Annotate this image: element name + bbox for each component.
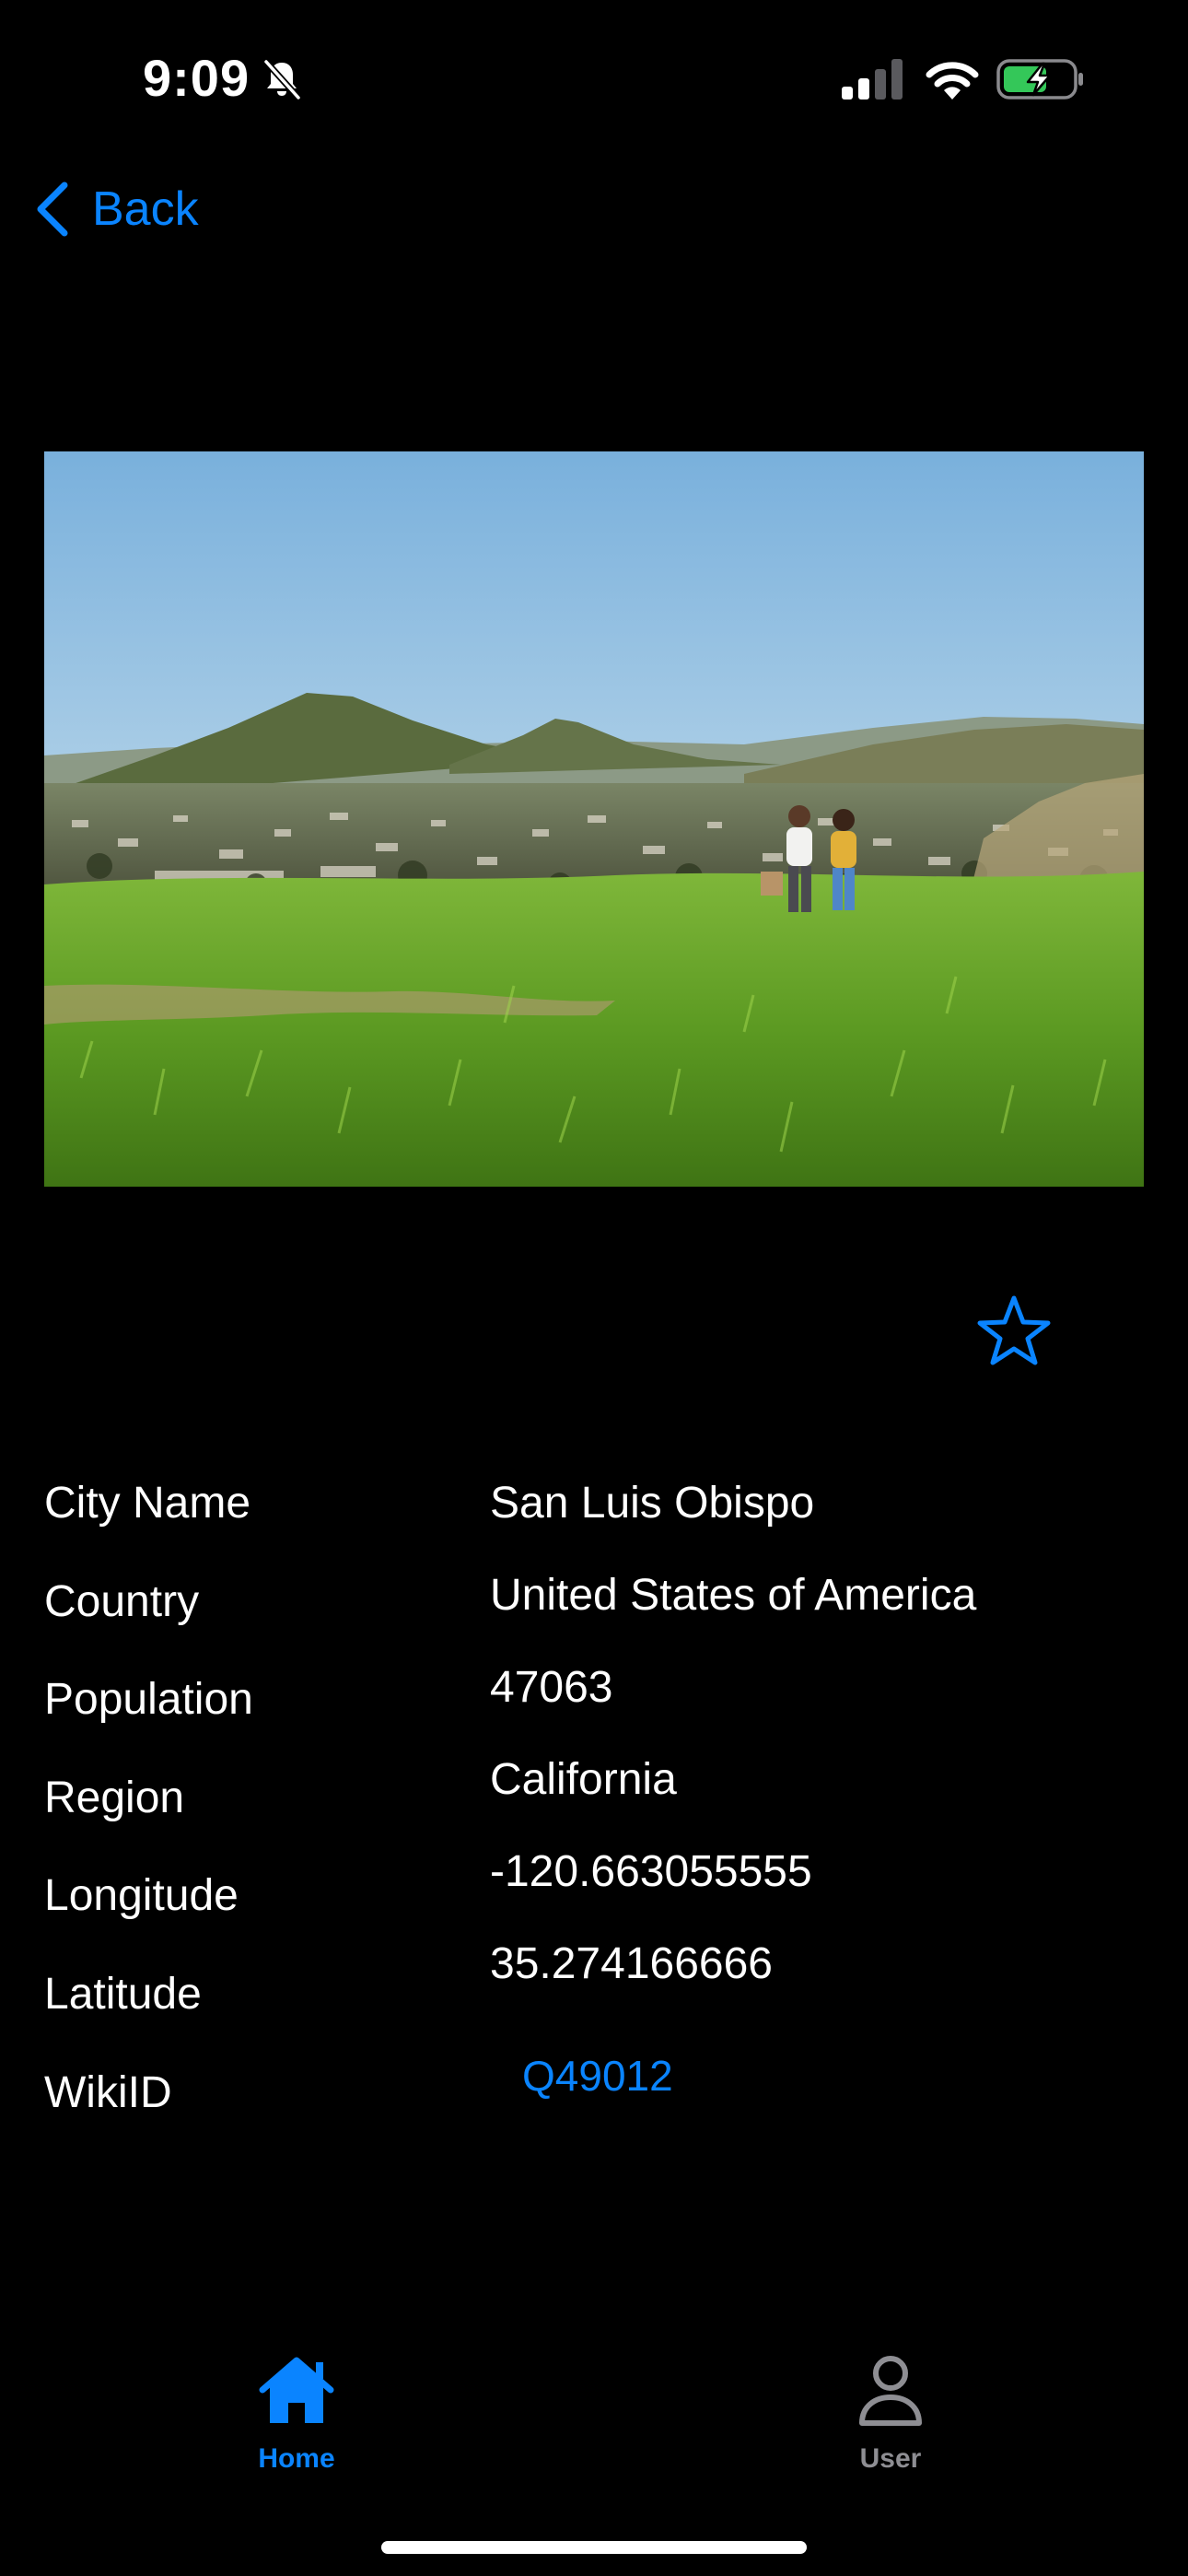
tab-home-label: Home (258, 2443, 335, 2474)
region-label: Region (44, 1774, 185, 1822)
back-label: Back (92, 182, 199, 236)
region-value: California (490, 1755, 677, 1804)
favorite-star-icon[interactable] (976, 1294, 1052, 1367)
longitude-label: Longitude (44, 1871, 239, 1920)
wikiid-link[interactable]: Q49012 (522, 2051, 673, 2101)
city-name-label: City Name (44, 1479, 251, 1528)
bell-slash-icon (263, 59, 301, 100)
latitude-label: Latitude (44, 1970, 202, 2019)
cellular-signal-icon (842, 59, 903, 100)
wifi-icon (926, 62, 979, 100)
longitude-value: -120.663055555 (490, 1847, 812, 1896)
population-value: 47063 (490, 1663, 613, 1712)
status-time: 9:09 (143, 49, 250, 107)
wikiid-label: WikiID (44, 2068, 172, 2117)
status-bar: 9:09 (0, 0, 1188, 157)
tab-user-label: User (859, 2443, 922, 2474)
population-label: Population (44, 1675, 253, 1724)
tab-user[interactable]: User (798, 2355, 983, 2484)
city-name-value: San Luis Obispo (490, 1479, 815, 1528)
person-icon (859, 2356, 922, 2426)
city-photo (44, 451, 1144, 1187)
battery-charging-icon (996, 59, 1083, 100)
tab-home[interactable]: Home (204, 2355, 389, 2484)
chevron-left-icon (37, 181, 68, 237)
home-indicator[interactable] (381, 2541, 807, 2554)
country-value: United States of America (490, 1571, 977, 1620)
country-label: Country (44, 1577, 200, 1626)
back-button[interactable]: Back (33, 175, 199, 243)
latitude-value: 35.274166666 (490, 1939, 773, 1988)
house-icon (259, 2357, 334, 2423)
